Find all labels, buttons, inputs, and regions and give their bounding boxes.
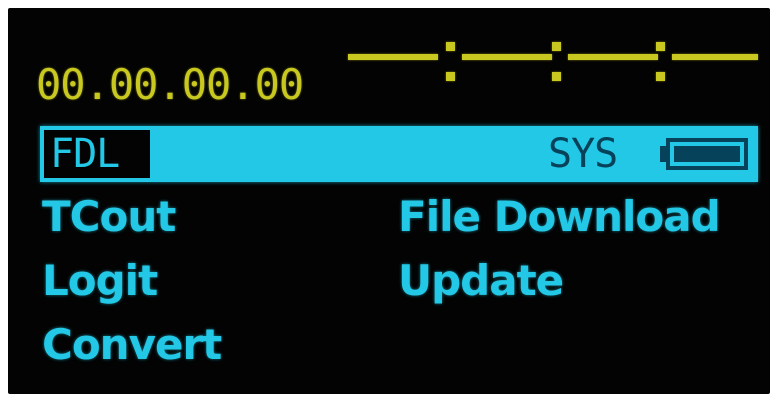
dash-dot — [656, 42, 665, 51]
dash-dot — [446, 72, 455, 81]
dash-dot — [446, 42, 455, 51]
oled-screen: 00.00.00.00 FDL SYS TCout Logit Convert … — [8, 8, 770, 394]
indicator-dashes — [348, 38, 758, 88]
menu-item-logit[interactable]: Logit — [42, 256, 158, 306]
menu-item-tcout[interactable]: TCout — [42, 192, 176, 242]
menu-item-file-download[interactable]: File Download — [398, 192, 721, 242]
dash-segment — [462, 54, 552, 60]
menu-item-convert[interactable]: Convert — [42, 320, 222, 370]
tab-fdl[interactable]: FDL — [40, 126, 154, 182]
top-menu-bar: FDL SYS — [40, 126, 758, 182]
timecode-display: 00.00.00.00 — [36, 60, 304, 109]
dash-segment — [672, 54, 758, 60]
dash-segment — [568, 54, 658, 60]
dash-dot — [656, 72, 665, 81]
dash-segment — [348, 54, 438, 60]
sys-label: SYS — [548, 131, 618, 177]
battery-icon — [666, 138, 748, 170]
menu-item-update[interactable]: Update — [398, 256, 564, 306]
dash-dot — [552, 72, 561, 81]
battery-level — [674, 146, 740, 162]
dash-dot — [552, 42, 561, 51]
